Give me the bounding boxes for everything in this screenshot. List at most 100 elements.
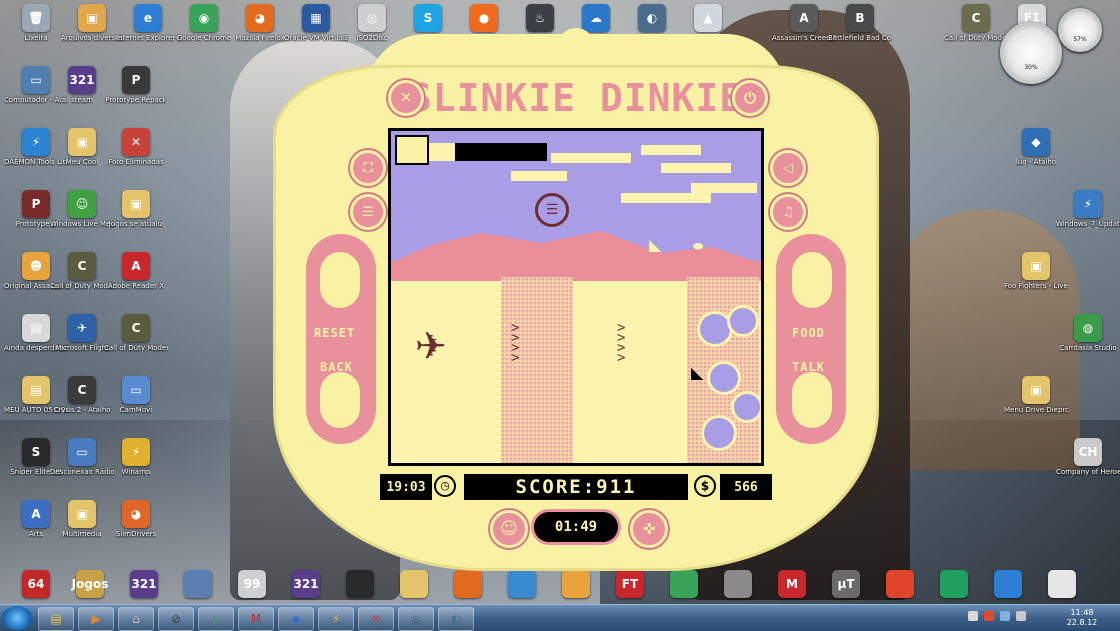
- reset-button[interactable]: RESET: [314, 326, 355, 340]
- spike-hazard: > > > >: [617, 320, 626, 366]
- desktop-icon-label: Internet Explorer (64-bit): [116, 34, 180, 42]
- food-slot[interactable]: [792, 252, 832, 308]
- clock-icon: ◷: [434, 475, 456, 497]
- game-screen[interactable]: ☰ ◣ ⬬ ✈ > > > > > > > > ◣: [388, 128, 764, 466]
- start-button[interactable]: [2, 606, 32, 630]
- talk-button[interactable]: TALK: [792, 360, 825, 374]
- taskbar-app-icon: ⚡: [331, 612, 341, 626]
- app-icon: [994, 570, 1022, 598]
- taskbar-button[interactable]: ⌂: [118, 607, 154, 631]
- fullscreen-icon: ⛶: [363, 160, 373, 176]
- taskbar-button[interactable]: ✕: [358, 607, 394, 631]
- app-icon: ◕: [122, 500, 150, 528]
- app-icon: 321: [68, 66, 96, 94]
- taskbar-app-icon: µ: [212, 612, 220, 626]
- desktop-icon-label: Prototype Repack: [105, 96, 167, 104]
- app-icon: Jogos: [72, 570, 108, 598]
- tray-volume-icon[interactable]: [1016, 611, 1026, 621]
- taskbar-app-icon: ◐: [450, 612, 462, 626]
- battery-icon: [395, 135, 429, 165]
- desktop-icon[interactable]: [1030, 570, 1094, 598]
- spike-hazard: > > > >: [511, 320, 520, 366]
- desktop-icon[interactable]: ▣ Menu Drive Dieprojet: [1004, 376, 1068, 414]
- desktop-icon[interactable]: ▣ Arquivos diversos: [60, 4, 124, 42]
- app-icon: ▭: [122, 376, 150, 404]
- wallpaper-city: [890, 210, 1080, 470]
- back-button[interactable]: BACK: [320, 360, 353, 374]
- tray-flag-icon[interactable]: [984, 611, 994, 621]
- app-icon: ▣: [1022, 252, 1050, 280]
- taskbar-button[interactable]: ◆: [278, 607, 314, 631]
- app-icon: C: [68, 252, 96, 280]
- sound-button[interactable]: ◁: [770, 150, 806, 186]
- app-icon: P: [22, 190, 50, 218]
- coin-pickup-icon: ☰: [535, 193, 569, 227]
- happy-face-button[interactable]: ☺: [490, 510, 528, 548]
- food-button[interactable]: FOOD: [792, 326, 825, 340]
- clock-display: 19:03: [380, 474, 432, 500]
- horizon-stripe: [391, 261, 761, 277]
- desktop-icon[interactable]: ⚡ Windows_7_Update: [1056, 190, 1120, 228]
- fullscreen-button[interactable]: ⛶: [350, 150, 386, 186]
- gamepad-icon: ✜: [642, 520, 656, 538]
- taskbar-app-icon: M: [250, 612, 262, 626]
- desktop-icon[interactable]: A Adobe Reader X: [104, 252, 168, 290]
- talk-slot[interactable]: [792, 372, 832, 428]
- cloud: [511, 171, 567, 181]
- desktop-icon[interactable]: ◆ lug - Atalho: [1004, 128, 1068, 166]
- music-button[interactable]: ♫: [770, 194, 806, 230]
- taskbar-button[interactable]: ▤: [38, 607, 74, 631]
- cpu-meter-gadget[interactable]: 30% 57%: [1000, 8, 1102, 86]
- desktop-icon[interactable]: ▭ CamMovi: [104, 376, 168, 414]
- taskbar-button[interactable]: µ: [198, 607, 234, 631]
- app-icon: ☺: [68, 190, 96, 218]
- desktop-icon[interactable]: C Call of Duty Modern Warfare: [944, 4, 1008, 42]
- desktop-icon[interactable]: ▣ Jogos se atualiz: [104, 190, 168, 228]
- taskbar-button[interactable]: ⊘: [158, 607, 194, 631]
- stats-icon: ☰: [362, 204, 374, 220]
- taskbar-button[interactable]: ⚡: [318, 607, 354, 631]
- desktop-icon-label: Camtasia Studio: [1059, 344, 1117, 352]
- desktop-icon-label: Adobe Reader X: [107, 282, 165, 290]
- desktop-icon[interactable]: ◉ Google Chrome: [172, 4, 236, 42]
- desktop-icon[interactable]: 🗑 Lixeira: [4, 4, 68, 42]
- back-slot[interactable]: [320, 372, 360, 428]
- desktop-icon[interactable]: ◍ Camtasia Studio: [1056, 314, 1120, 352]
- power-icon: ⏻: [744, 89, 756, 107]
- device-title: SLINKIE DINKIE: [408, 76, 744, 120]
- app-icon: [940, 570, 968, 598]
- stats-button[interactable]: ☰: [350, 194, 386, 230]
- taskbar-button[interactable]: M: [238, 607, 274, 631]
- app-icon: ⚡: [1074, 190, 1102, 218]
- desktop-icon[interactable]: ◕ SlimDrivers: [104, 500, 168, 538]
- taskbar-button[interactable]: ♨: [398, 607, 434, 631]
- tray-network-icon[interactable]: [1000, 611, 1010, 621]
- reset-slot[interactable]: [320, 252, 360, 308]
- desktop-icon[interactable]: e Internet Explorer (64-bit): [116, 4, 180, 42]
- app-icon: [1048, 570, 1076, 598]
- app-icon: ▣: [122, 190, 150, 218]
- cloud: [661, 163, 731, 173]
- desktop-icon[interactable]: C Call of Duty Modern War...: [104, 314, 168, 352]
- mute-button[interactable]: ✕: [388, 80, 424, 116]
- taskbar: ▤ ▶ ⌂ ⊘ µ M ◆ ⚡ ✕ ♨ ◐ 11:48 22.8.12: [0, 604, 1120, 631]
- score-display: SCORE: 911: [464, 474, 688, 500]
- taskbar-button[interactable]: ◐: [438, 607, 474, 631]
- desktop-icon-label: Call of Duty Modern Warfare: [944, 34, 1008, 42]
- power-button[interactable]: ⏻: [732, 80, 768, 116]
- desktop-icon-label: Meu Cool: [65, 158, 99, 166]
- desktop-icon[interactable]: P Prototype Repack: [104, 66, 168, 104]
- tray-arrow-icon[interactable]: [968, 611, 978, 621]
- app-icon: ◆: [1022, 128, 1050, 156]
- desktop-icon[interactable]: ▣ Foo Fighters - Live At Wemb...: [1004, 252, 1068, 290]
- gamepad-button[interactable]: ✜: [630, 510, 668, 548]
- desktop-icon[interactable]: CH Company of Heroes: [1056, 438, 1120, 476]
- desktop-icon[interactable]: ⚡ Winamp: [104, 438, 168, 476]
- taskbar-button[interactable]: ▶: [78, 607, 114, 631]
- score-strip: 19:03 ◷ SCORE: 911 $ 566: [380, 474, 772, 504]
- desktop-icon[interactable]: ✕ Foto Eliminadas: [104, 128, 168, 166]
- enemy-saucer-icon: ⬬: [693, 239, 704, 253]
- app-icon: e: [134, 4, 162, 32]
- taskbar-clock[interactable]: 11:48 22.8.12: [1052, 608, 1112, 628]
- desktop-icon-label: Multimedia: [62, 530, 102, 538]
